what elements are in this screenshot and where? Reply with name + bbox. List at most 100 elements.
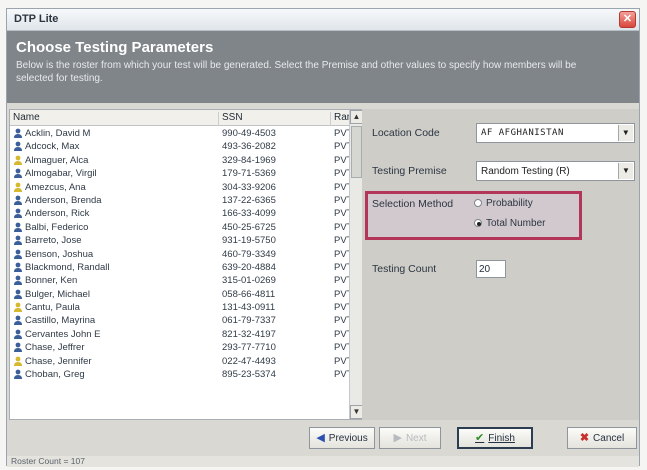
cell-ssn: 058-66-4811 — [222, 288, 276, 300]
testing-count-label: Testing Count — [372, 263, 437, 275]
checkmark-icon: ✔ — [475, 432, 485, 444]
previous-button[interactable]: ◀ Previous — [309, 427, 375, 449]
scroll-thumb[interactable] — [351, 126, 362, 178]
selection-method-highlight: Selection Method Probability Total Numbe… — [365, 191, 582, 240]
cell-name: Bulger, Michael — [25, 288, 90, 300]
table-row[interactable]: Balbi, Federico 450-25-6725 PVT — [10, 221, 352, 234]
cell-ssn: 821-32-4197 — [222, 328, 276, 340]
person-icon — [13, 275, 23, 286]
person-icon — [13, 235, 23, 246]
person-icon — [13, 262, 23, 273]
cell-name: Cantu, Paula — [25, 302, 80, 314]
location-code-value: AF AFGHANISTAN — [481, 128, 564, 138]
chevron-down-icon[interactable]: ▼ — [618, 125, 633, 141]
cell-name: Bonner, Ken — [25, 275, 78, 287]
roster-scrollbar[interactable]: ▲ ▼ — [349, 110, 363, 419]
person-icon — [13, 168, 23, 179]
table-row[interactable]: Almaguer, Alca 329-84-1969 PVT — [10, 154, 352, 167]
cell-name: Almogabar, Virgil — [25, 168, 97, 180]
table-row[interactable]: Amezcus, Ana 304-33-9206 PVT — [10, 181, 352, 194]
table-row[interactable]: Bulger, Michael 058-66-4811 PVT — [10, 288, 352, 301]
table-row[interactable]: Acklin, David M 990-49-4503 PVT — [10, 127, 352, 140]
previous-label: Previous — [328, 433, 368, 444]
column-header-name[interactable]: Name — [10, 112, 219, 126]
arrow-right-icon: ▶ — [393, 432, 402, 444]
next-button[interactable]: ▶ Next — [379, 427, 441, 449]
cell-name: Balbi, Federico — [25, 221, 89, 233]
cell-ssn: 061-79-7337 — [222, 315, 276, 327]
cell-ssn: 166-33-4099 — [222, 208, 276, 220]
table-row[interactable]: Blackmond, Randall 639-20-4884 PVT — [10, 261, 352, 274]
cell-name: Blackmond, Randall — [25, 261, 110, 273]
radio-total-number[interactable]: Total Number — [474, 218, 545, 229]
radio-probability-label: Probability — [486, 198, 533, 209]
cell-ssn: 460-79-3349 — [222, 248, 276, 260]
cell-ssn: 304-33-9206 — [222, 181, 276, 193]
cell-name: Anderson, Brenda — [25, 194, 102, 206]
page-description: Below is the roster from which your test… — [16, 60, 577, 84]
column-header-ssn[interactable]: SSN — [219, 112, 331, 126]
cell-name: Cervantes John E — [25, 328, 101, 340]
cell-ssn: 137-22-6365 — [222, 194, 276, 206]
chevron-down-icon[interactable]: ▼ — [618, 163, 633, 179]
roster-list[interactable]: Name SSN Rank Acklin, David M 990-49-4503… — [9, 109, 364, 420]
wizard-header: Choose Testing Parameters Below is the r… — [7, 31, 639, 103]
cancel-button[interactable]: ✖ Cancel — [567, 427, 637, 449]
close-icon[interactable]: ✕ — [619, 11, 636, 28]
cell-ssn: 493-36-2082 — [222, 141, 276, 153]
cell-ssn: 315-01-0269 — [222, 275, 276, 287]
table-row[interactable]: Barreto, Jose 931-19-5750 PVT — [10, 234, 352, 247]
table-row[interactable]: Benson, Joshua 460-79-3349 PVT — [10, 248, 352, 261]
parameters-panel: Location Code AF AFGHANISTAN ▼ Testing P… — [362, 109, 639, 420]
cell-ssn: 131-43-0911 — [222, 302, 276, 314]
cell-ssn: 179-71-5369 — [222, 168, 276, 180]
table-row[interactable]: Chase, Jennifer 022-47-4493 PVT — [10, 355, 352, 368]
testing-premise-value: Random Testing (R) — [481, 166, 570, 177]
person-icon — [13, 356, 23, 367]
testing-premise-select[interactable]: Random Testing (R) ▼ — [476, 161, 635, 181]
cell-name: Acklin, David M — [25, 128, 91, 139]
roster-rows: Acklin, David M 990-49-4503 PVT Adcock, Max… — [10, 127, 352, 381]
table-row[interactable]: Almogabar, Virgil 179-71-5369 PVT — [10, 167, 352, 180]
table-row[interactable]: Castillo, Mayrina 061-79-7337 PVT — [10, 314, 352, 327]
cell-name: Adcock, Max — [25, 141, 80, 153]
person-icon — [13, 195, 23, 206]
roster-header: Name SSN Rank — [10, 110, 357, 126]
radio-total-number-label: Total Number — [486, 218, 546, 229]
table-row[interactable]: Anderson, Rick 166-33-4099 PVT — [10, 207, 352, 220]
cell-name: Castillo, Mayrina — [25, 315, 96, 327]
app-window: DTP Lite ✕ Choose Testing Parameters Bel… — [6, 8, 640, 467]
person-icon — [13, 141, 23, 152]
wizard-footer: ◀ Previous ▶ Next ✔ Finish ✖ Cancel — [7, 421, 639, 454]
person-icon — [13, 155, 23, 166]
next-label: Next — [405, 433, 427, 444]
cell-ssn: 895-23-5374 — [222, 369, 276, 381]
radio-icon — [474, 199, 482, 207]
arrow-left-icon: ◀ — [316, 432, 325, 444]
cell-name: Chase, Jeffrer — [25, 342, 85, 354]
table-row[interactable]: Adcock, Max 493-36-2082 PVT — [10, 140, 352, 153]
table-row[interactable]: Cantu, Paula 131-43-0911 PVT — [10, 301, 352, 314]
table-row[interactable]: Cervantes John E 821-32-4197 PVT — [10, 328, 352, 341]
finish-button[interactable]: ✔ Finish — [457, 427, 533, 449]
location-code-select[interactable]: AF AFGHANISTAN ▼ — [476, 123, 635, 143]
person-icon — [13, 369, 23, 380]
table-row[interactable]: Choban, Greg 895-23-5374 PVT — [10, 368, 352, 381]
window-title: DTP Lite — [14, 13, 59, 25]
status-bar: Roster Count = 107 — [7, 456, 639, 467]
cell-name: Barreto, Jose — [25, 235, 82, 247]
person-icon — [13, 128, 23, 139]
person-icon — [13, 182, 23, 193]
person-icon — [13, 329, 23, 340]
table-row[interactable]: Anderson, Brenda 137-22-6365 PVT — [10, 194, 352, 207]
cell-ssn: 329-84-1969 — [222, 154, 276, 166]
cell-ssn: 450-25-6725 — [222, 221, 276, 233]
cell-name: Chase, Jennifer — [25, 355, 92, 367]
table-row[interactable]: Chase, Jeffrer 293-77-7710 PVT — [10, 341, 352, 354]
person-icon — [13, 342, 23, 353]
finish-label: Finish — [488, 433, 515, 444]
testing-count-input[interactable]: 20 — [476, 260, 506, 278]
radio-probability[interactable]: Probability — [474, 198, 533, 209]
table-row[interactable]: Bonner, Ken 315-01-0269 PVT — [10, 274, 352, 287]
cell-ssn: 293-77-7710 — [222, 342, 276, 354]
